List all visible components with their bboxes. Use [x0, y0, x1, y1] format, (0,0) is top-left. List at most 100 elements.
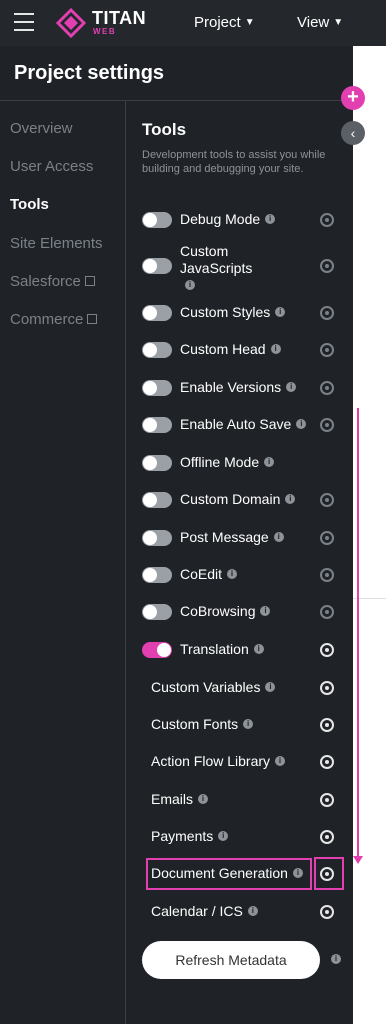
tool-label: Action Flow Library i [151, 753, 286, 770]
tool-label-text: Payments [151, 828, 214, 844]
gear-icon[interactable] [320, 493, 334, 507]
info-icon[interactable]: i [218, 831, 229, 842]
gear-icon[interactable] [320, 793, 334, 807]
external-link-icon [87, 314, 98, 324]
info-icon[interactable]: i [265, 214, 276, 225]
tool-toggle[interactable] [142, 380, 172, 396]
info-icon[interactable]: i [296, 419, 307, 430]
info-icon[interactable]: i [260, 606, 271, 617]
tool-label-text: Custom Variables [151, 679, 261, 695]
chevron-down-icon: ▼ [333, 17, 344, 28]
view-menu[interactable]: View ▼ [297, 14, 343, 31]
tool-label: Calendar / ICS i [151, 903, 258, 920]
tool-label: CoBrowsing i [180, 603, 271, 620]
info-icon[interactable]: i [227, 569, 238, 580]
tool-label: Custom Head i [180, 341, 281, 358]
gear-icon[interactable] [320, 830, 334, 844]
tool-label-text: CoEdit [180, 566, 223, 582]
gear-icon[interactable] [320, 259, 334, 273]
gear-icon[interactable] [320, 643, 334, 657]
refresh-metadata-button[interactable]: Refresh Metadata [142, 941, 320, 979]
toggle-knob [143, 381, 157, 395]
gear-icon[interactable] [320, 905, 334, 919]
info-icon[interactable]: i [286, 382, 297, 393]
info-icon[interactable]: i [275, 756, 286, 767]
tool-label-text: Custom JavaScripts [180, 243, 253, 276]
gear-icon[interactable] [320, 343, 334, 357]
gear-icon[interactable] [320, 531, 334, 545]
toggle-knob [143, 343, 157, 357]
tool-toggle[interactable] [142, 342, 172, 358]
info-icon[interactable]: i [243, 719, 254, 730]
side-nav-label: Tools [10, 196, 49, 213]
info-icon[interactable]: i [185, 280, 195, 291]
external-link-icon [84, 276, 95, 286]
info-icon[interactable]: i [331, 954, 341, 964]
side-nav-user-access[interactable]: User Access [10, 158, 93, 175]
gear-icon[interactable] [320, 381, 334, 395]
tool-label: Enable Auto Save i [180, 416, 307, 433]
info-icon[interactable]: i [270, 344, 281, 355]
gear-icon[interactable] [320, 568, 334, 582]
side-nav-salesforce[interactable]: Salesforce [10, 273, 95, 290]
tool-toggle[interactable] [142, 305, 172, 321]
hamburger-menu-icon[interactable] [14, 13, 34, 31]
side-nav-commerce[interactable]: Commerce [10, 311, 98, 328]
tool-toggle[interactable] [142, 530, 172, 546]
tool-toggle[interactable] [142, 212, 172, 228]
side-nav-tools[interactable]: Tools [10, 196, 49, 213]
tool-label: Custom Variables i [151, 679, 276, 696]
info-icon[interactable]: i [265, 682, 276, 693]
toggle-knob [143, 605, 157, 619]
gear-icon[interactable] [320, 755, 334, 769]
side-nav-label: Commerce [10, 311, 84, 328]
tool-toggle[interactable] [142, 258, 172, 274]
divider [125, 100, 126, 1024]
tool-label-text: Custom Domain [180, 491, 281, 507]
info-icon[interactable]: i [264, 457, 275, 468]
toggle-knob [143, 306, 157, 320]
tool-toggle[interactable] [142, 417, 172, 433]
info-icon[interactable]: i [275, 307, 286, 318]
toggle-knob [143, 568, 157, 582]
tool-label: Custom JavaScripts i [180, 243, 260, 294]
tool-toggle[interactable] [142, 492, 172, 508]
tool-toggle[interactable] [142, 604, 172, 620]
gear-icon[interactable] [320, 681, 334, 695]
info-icon[interactable]: i [285, 494, 296, 505]
tool-label-text: Custom Styles [180, 304, 271, 320]
gear-icon[interactable] [320, 306, 334, 320]
toggle-knob [143, 418, 157, 432]
titan-logo-icon [56, 8, 86, 38]
add-element-button[interactable]: + [341, 86, 365, 110]
side-nav-label: User Access [10, 158, 94, 175]
gear-icon[interactable] [320, 213, 334, 227]
tool-toggle[interactable] [142, 567, 172, 583]
tool-label-text: Enable Auto Save [180, 416, 292, 432]
gear-icon[interactable] [320, 418, 334, 432]
scroll-down-arrow-icon [353, 856, 363, 864]
info-icon[interactable]: i [247, 906, 258, 917]
tool-label-text: Emails [151, 791, 194, 807]
project-menu[interactable]: Project ▼ [194, 14, 255, 31]
info-icon[interactable]: i [253, 644, 264, 655]
side-nav-label: Site Elements [10, 235, 103, 252]
tools-description: Development tools to assist you while bu… [142, 149, 326, 175]
tool-toggle[interactable] [142, 642, 172, 658]
info-icon[interactable]: i [273, 532, 284, 543]
side-nav-site-elements[interactable]: Site Elements [10, 235, 103, 252]
gear-icon[interactable] [320, 718, 334, 732]
tool-label: Custom Fonts i [151, 716, 254, 733]
tool-label: Post Message i [180, 529, 284, 546]
tool-label: CoEdit i [180, 566, 238, 583]
brand-subtitle: WEB [93, 27, 117, 36]
gear-icon[interactable] [320, 605, 334, 619]
tool-label-text: Calendar / ICS [151, 903, 243, 919]
collapse-panel-button[interactable]: ‹ [341, 121, 365, 145]
panel-title: Project settings [14, 62, 165, 84]
tool-toggle[interactable] [142, 455, 172, 471]
info-icon[interactable]: i [198, 794, 209, 805]
tool-label: Debug Mode i [180, 211, 276, 228]
side-nav-overview[interactable]: Overview [10, 120, 73, 137]
tool-label: Custom Domain i [180, 491, 296, 508]
